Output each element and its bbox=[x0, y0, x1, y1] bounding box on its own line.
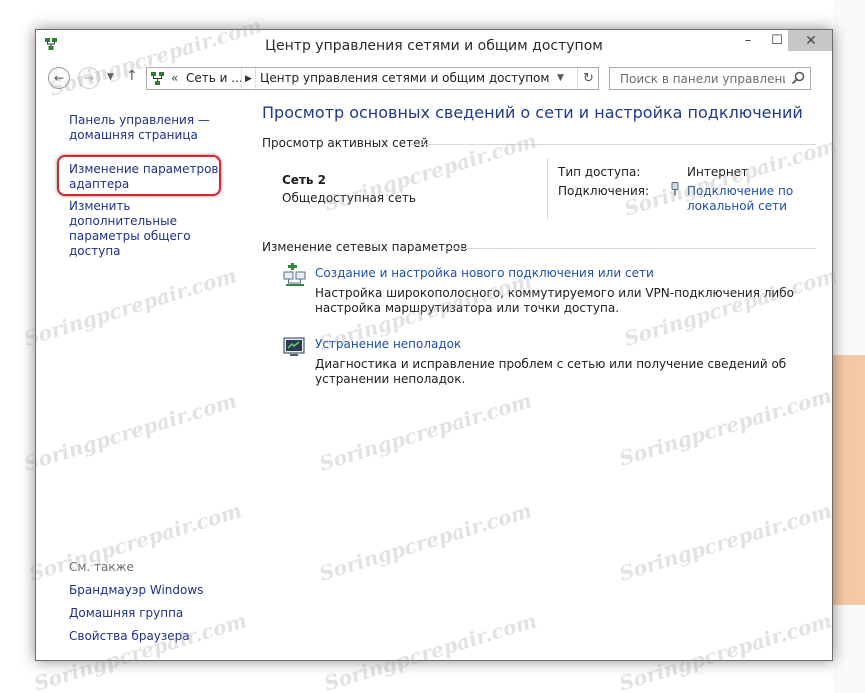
search-icon[interactable] bbox=[790, 70, 806, 86]
see-also-homegroup-link[interactable]: Домашняя группа bbox=[69, 606, 183, 620]
troubleshoot-description: Диагностика и исправление проблем с сеть… bbox=[315, 357, 787, 386]
sidebar-link-home[interactable]: Панель управления — домашняя страница bbox=[69, 113, 229, 143]
see-also-browser-link[interactable]: Свойства браузера bbox=[69, 629, 190, 643]
up-button[interactable]: ↑ bbox=[126, 68, 138, 84]
minimize-button[interactable]: – bbox=[734, 30, 762, 51]
main-content: Просмотр основных сведений о сети и наст… bbox=[262, 94, 822, 660]
new-connection-icon bbox=[283, 263, 306, 286]
active-networks-header: Просмотр активных сетей bbox=[262, 136, 429, 150]
change-settings-header: Изменение сетевых параметров bbox=[262, 240, 468, 254]
troubleshoot-icon bbox=[283, 337, 305, 356]
ethernet-icon bbox=[671, 182, 679, 196]
desktop-strip bbox=[833, 355, 865, 605]
address-overflow-button[interactable]: « bbox=[171, 71, 178, 85]
address-bar[interactable]: « Сеть и ... ▶ Центр управления сетями и… bbox=[146, 67, 599, 90]
section-divider bbox=[411, 144, 816, 145]
maximize-button[interactable]: ☐ bbox=[763, 30, 791, 51]
back-button[interactable]: ← bbox=[48, 67, 70, 89]
title-bar: Центр управления сетями и общим доступом… bbox=[36, 30, 832, 60]
page-title: Просмотр основных сведений о сети и наст… bbox=[262, 103, 803, 122]
navigation-bar: ← → ▼ ↑ « Сеть и ... ▶ Центр управления … bbox=[36, 63, 832, 93]
access-type-value: Интернет bbox=[687, 165, 749, 179]
window-title: Центр управления сетями и общим доступом bbox=[265, 38, 603, 54]
troubleshoot-link[interactable]: Устранение неполадок bbox=[315, 337, 461, 351]
local-connection-link[interactable]: Подключение по локальной сети bbox=[687, 184, 807, 214]
breadcrumb-separator[interactable]: ▶ bbox=[241, 68, 256, 89]
close-button[interactable]: ✕ bbox=[788, 30, 832, 51]
refresh-button[interactable]: ↻ bbox=[577, 68, 599, 89]
new-connection-link[interactable]: Создание и настройка нового подключения … bbox=[315, 266, 654, 280]
address-dropdown-button[interactable]: ▼ bbox=[557, 73, 564, 83]
sidebar: Панель управления — домашняя страница Из… bbox=[36, 94, 241, 660]
search-box[interactable] bbox=[609, 67, 811, 90]
desktop-background bbox=[833, 0, 865, 693]
network-name: Сеть 2 bbox=[282, 173, 327, 187]
search-input[interactable] bbox=[610, 68, 785, 89]
recent-locations-dropdown[interactable]: ▼ bbox=[107, 72, 114, 82]
network-type-link[interactable]: Общедоступная сеть bbox=[282, 191, 416, 205]
sidebar-link-sharing-settings[interactable]: Изменить дополнительные параметры общего… bbox=[69, 199, 239, 259]
see-also-heading: См. также bbox=[69, 560, 134, 574]
connections-label: Подключения: bbox=[558, 184, 650, 198]
control-panel-window: Центр управления сетями и общим доступом… bbox=[35, 29, 833, 661]
network-divider bbox=[547, 158, 548, 220]
section-divider bbox=[444, 248, 816, 249]
network-icon bbox=[151, 72, 164, 85]
forward-button[interactable]: → bbox=[78, 67, 100, 89]
new-connection-description: Настройка широкополосного, коммутируемог… bbox=[315, 286, 794, 315]
breadcrumb-network-center[interactable]: Центр управления сетями и общим доступом bbox=[260, 71, 549, 85]
breadcrumb-network[interactable]: Сеть и ... bbox=[186, 71, 243, 85]
see-also-firewall-link[interactable]: Брандмауэр Windows bbox=[69, 583, 203, 597]
access-type-label: Тип доступа: bbox=[558, 165, 641, 179]
sidebar-link-adapter-settings[interactable]: Изменение параметров адаптера bbox=[69, 162, 219, 192]
